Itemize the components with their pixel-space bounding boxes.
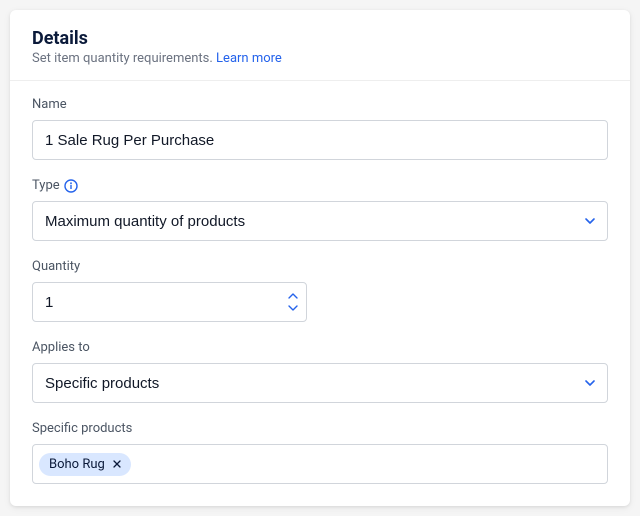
type-label: Type bbox=[32, 178, 60, 193]
type-field: Type Maximum quantity of products bbox=[32, 178, 608, 241]
card-subtitle: Set item quantity requirements. Learn mo… bbox=[32, 51, 608, 66]
quantity-label: Quantity bbox=[32, 259, 608, 274]
quantity-field: Quantity bbox=[32, 259, 608, 322]
learn-more-link[interactable]: Learn more bbox=[216, 51, 282, 66]
card-body: Name Type Maximum quantity of products bbox=[10, 81, 630, 506]
info-icon[interactable] bbox=[64, 179, 78, 193]
name-field: Name bbox=[32, 97, 608, 160]
close-icon bbox=[113, 460, 121, 468]
stepper-down-button[interactable] bbox=[285, 302, 301, 314]
card-header: Details Set item quantity requirements. … bbox=[10, 10, 630, 81]
type-label-row: Type bbox=[32, 178, 608, 193]
applies-to-field: Applies to Specific products bbox=[32, 340, 608, 403]
chevron-up-icon bbox=[288, 293, 298, 299]
card-title: Details bbox=[32, 28, 608, 49]
quantity-stepper-wrap bbox=[32, 282, 307, 322]
stepper-up-button[interactable] bbox=[285, 290, 301, 302]
applies-to-select-wrap: Specific products bbox=[32, 363, 608, 403]
specific-products-field: Specific products Boho Rug bbox=[32, 421, 608, 484]
type-select-wrap: Maximum quantity of products bbox=[32, 201, 608, 241]
specific-products-label: Specific products bbox=[32, 421, 608, 436]
name-input[interactable] bbox=[32, 120, 608, 160]
quantity-input[interactable] bbox=[32, 282, 307, 322]
product-tag-label: Boho Rug bbox=[49, 457, 105, 472]
applies-to-select[interactable]: Specific products bbox=[32, 363, 608, 403]
stepper-controls bbox=[285, 290, 301, 314]
type-select[interactable]: Maximum quantity of products bbox=[32, 201, 608, 241]
chevron-down-icon bbox=[288, 305, 298, 311]
details-card: Details Set item quantity requirements. … bbox=[10, 10, 630, 506]
subtitle-text: Set item quantity requirements. bbox=[32, 51, 213, 66]
name-label: Name bbox=[32, 97, 608, 112]
product-tag: Boho Rug bbox=[39, 453, 131, 476]
tag-remove-button[interactable] bbox=[111, 460, 123, 468]
applies-to-label: Applies to bbox=[32, 340, 608, 355]
specific-products-input[interactable]: Boho Rug bbox=[32, 444, 608, 484]
